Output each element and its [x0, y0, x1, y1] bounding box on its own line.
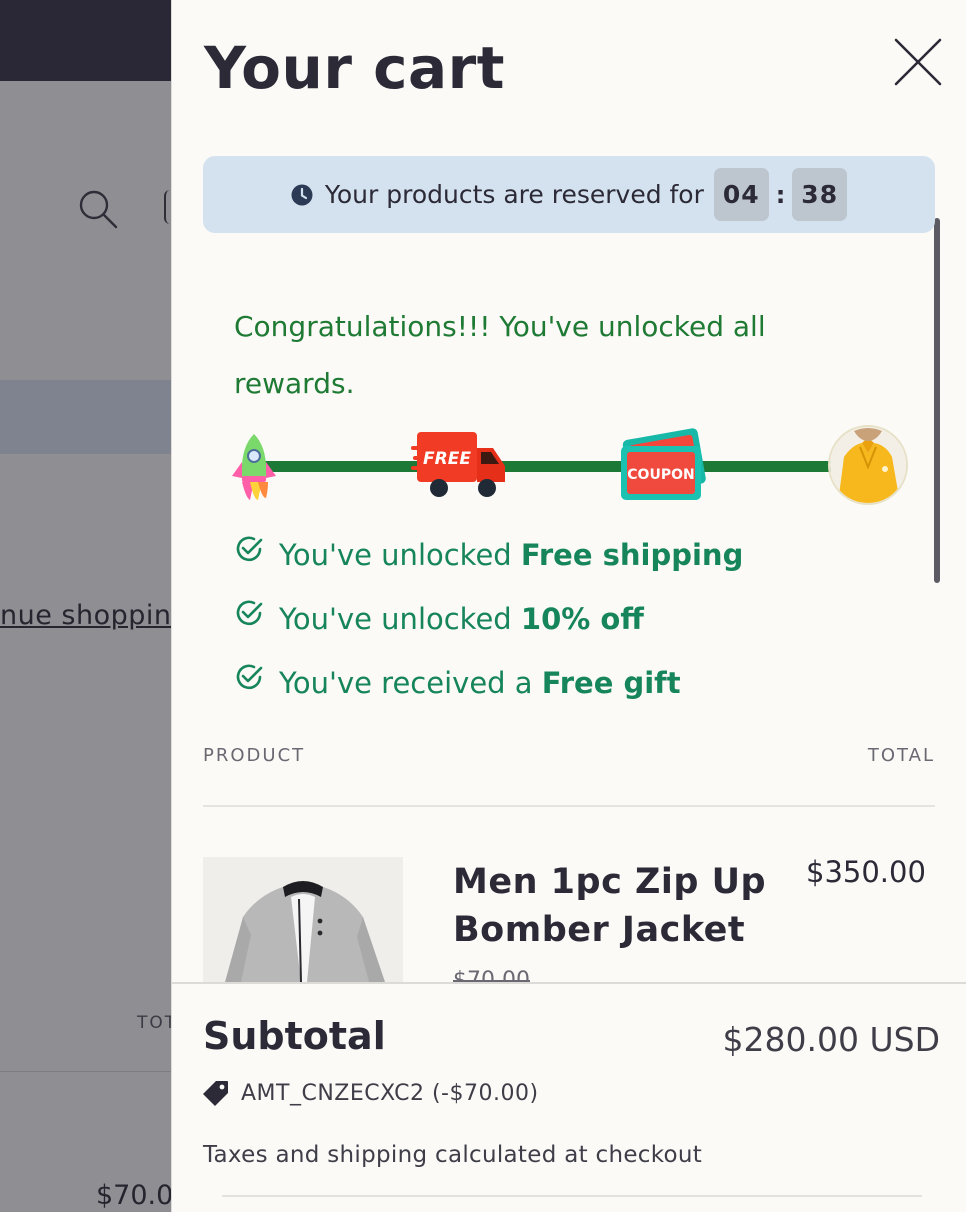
search-icon[interactable] [77, 188, 119, 230]
timer-minutes: 04 [713, 168, 769, 221]
continue-shopping-link[interactable]: nue shoppin [0, 600, 172, 631]
tax-note: Taxes and shipping calculated at checkou… [203, 1142, 703, 1168]
subtotal-value: $280.00 USD [722, 1020, 940, 1059]
cart-drawer: Your cart Your products are reserved for… [171, 0, 966, 1212]
timer-text: Your products are reserved for [324, 180, 704, 209]
reservation-timer: Your products are reserved for 04 : 38 [203, 156, 935, 233]
reward-highlight: Free shipping [520, 538, 744, 572]
reward-prefix: You've unlocked [279, 538, 512, 572]
subtotal-label: Subtotal [203, 1014, 386, 1058]
gift-product-image [828, 425, 908, 505]
truck-free-label: FREE [423, 449, 471, 469]
rocket-icon [232, 434, 276, 500]
product-image[interactable] [203, 857, 403, 982]
clock-icon [291, 184, 313, 205]
rewards-congrats-message: Congratulations!!! You've unlocked all r… [234, 310, 766, 400]
reward-item-free-gift: You've received a Free gift [234, 664, 681, 700]
product-price: $350.00 [806, 855, 926, 889]
cart-title: Your cart [204, 34, 505, 102]
background-price: $70.0 [96, 1180, 174, 1211]
product-compare-price: $70.00 [453, 968, 530, 982]
cart-footer: Subtotal $280.00 USD AMT_CNZECXC2 (-$70.… [172, 982, 966, 1212]
check-circle-icon [236, 664, 263, 690]
total-column-header: TOTAL [867, 745, 935, 766]
discount-code-text: AMT_CNZECXC2 (-$70.00) [241, 1080, 539, 1106]
reward-highlight: Free gift [541, 666, 681, 700]
reward-prefix: You've unlocked [279, 602, 512, 636]
coupon-label: COUPON [627, 467, 694, 483]
product-column-header: PRODUCT [203, 745, 306, 766]
coupon-icon: COUPON [621, 428, 706, 500]
background-divider [0, 1071, 180, 1072]
check-circle-icon [236, 536, 263, 562]
reward-prefix: You've received a [279, 666, 533, 700]
discount-code: AMT_CNZECXC2 (-$70.00) [203, 1080, 539, 1106]
product-name[interactable]: Men 1pc Zip Up Bomber Jacket [453, 858, 783, 954]
timer-separator: : [775, 180, 786, 209]
reward-item-free-shipping: You've unlocked Free shipping [234, 536, 744, 572]
free-truck-icon: FREE [411, 432, 505, 497]
reward-highlight: 10% off [520, 602, 644, 636]
close-icon[interactable] [890, 34, 946, 90]
check-circle-icon [236, 600, 263, 626]
drawer-scrollbar[interactable] [934, 218, 940, 583]
table-divider [203, 805, 935, 807]
rewards-progress-bar [264, 461, 844, 472]
footer-divider [222, 1195, 922, 1197]
reward-item-discount: You've unlocked 10% off [234, 600, 644, 636]
tag-icon [203, 1081, 228, 1106]
timer-seconds: 38 [792, 168, 848, 221]
